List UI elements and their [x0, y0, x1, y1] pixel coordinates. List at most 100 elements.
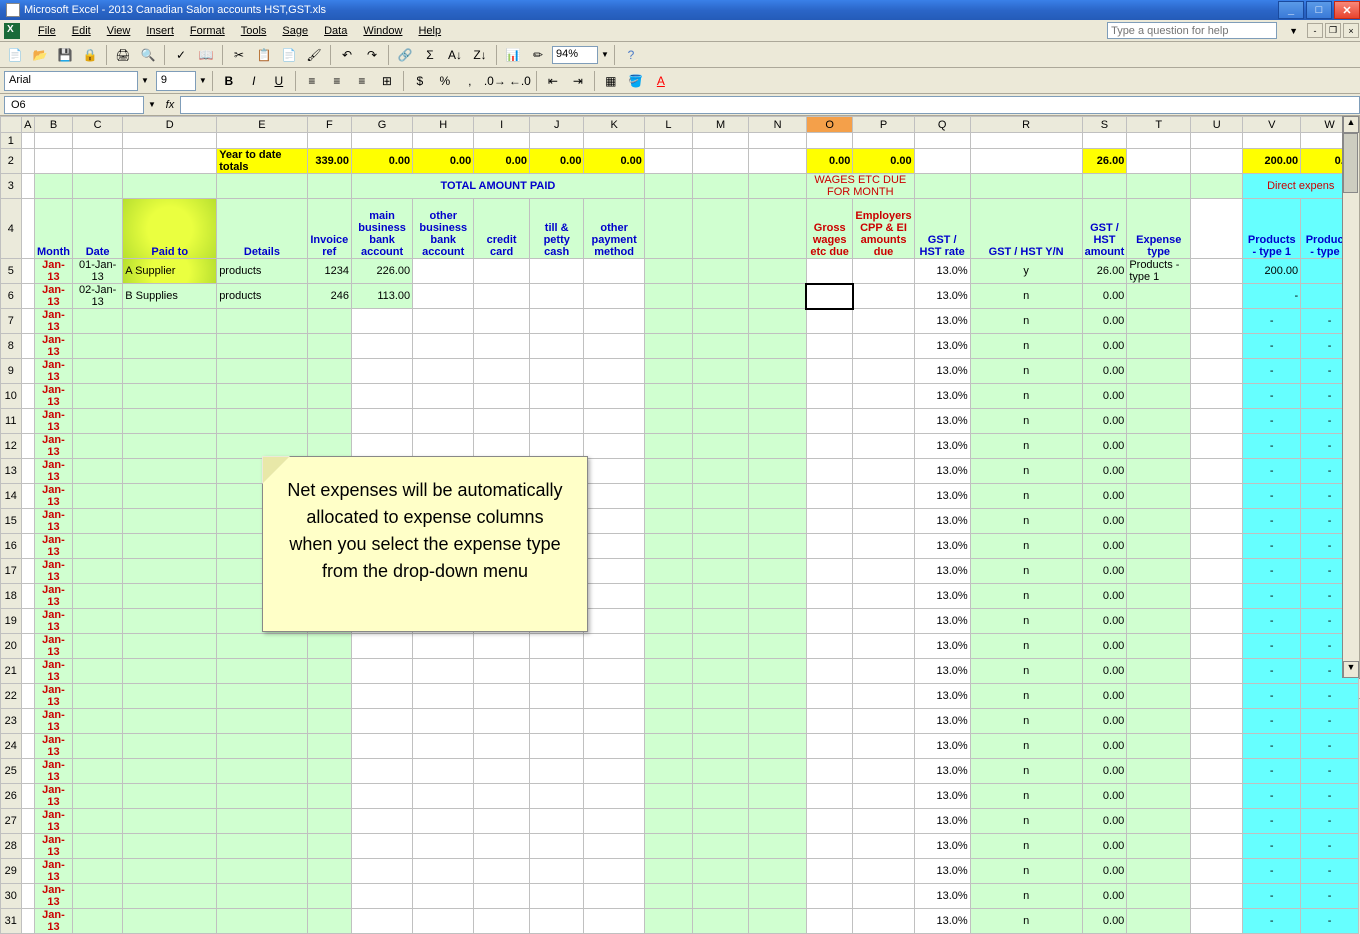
- row-header-30[interactable]: 30: [1, 884, 22, 909]
- cell-L5[interactable]: [644, 259, 692, 284]
- cell-L26[interactable]: [644, 784, 692, 809]
- cell-Q12[interactable]: 13.0%: [914, 434, 970, 459]
- cell-P16[interactable]: [853, 534, 914, 559]
- cell-C27[interactable]: [72, 809, 122, 834]
- cell-G28[interactable]: [351, 834, 412, 859]
- cell-I9[interactable]: [474, 359, 530, 384]
- cell-N17[interactable]: [749, 559, 807, 584]
- cell-K21[interactable]: [584, 659, 644, 684]
- row-header-9[interactable]: 9: [1, 359, 22, 384]
- cell-B25[interactable]: Jan-13: [35, 759, 73, 784]
- cell-M15[interactable]: [693, 509, 749, 534]
- cell-P24[interactable]: [853, 734, 914, 759]
- cell-H22[interactable]: [413, 684, 474, 709]
- cell-M10[interactable]: [693, 384, 749, 409]
- cell-W30[interactable]: -: [1301, 884, 1359, 909]
- cell-E26[interactable]: [217, 784, 307, 809]
- cell-P13[interactable]: [853, 459, 914, 484]
- cell-H8[interactable]: [413, 334, 474, 359]
- cut-icon[interactable]: ✂: [228, 44, 250, 66]
- cell-Q21[interactable]: 13.0%: [914, 659, 970, 684]
- cell-J6[interactable]: [529, 284, 584, 309]
- cell-B15[interactable]: Jan-13: [35, 509, 73, 534]
- cell-E21[interactable]: [217, 659, 307, 684]
- cell-M28[interactable]: [693, 834, 749, 859]
- cell-G31[interactable]: [351, 909, 412, 934]
- cell-T31[interactable]: [1127, 909, 1191, 934]
- cell-H28[interactable]: [413, 834, 474, 859]
- cell-V21[interactable]: -: [1243, 659, 1301, 684]
- cell-E28[interactable]: [217, 834, 307, 859]
- cell-N23[interactable]: [749, 709, 807, 734]
- cell-B18[interactable]: Jan-13: [35, 584, 73, 609]
- cell-B16[interactable]: Jan-13: [35, 534, 73, 559]
- cell-N12[interactable]: [749, 434, 807, 459]
- cell-G7[interactable]: [351, 309, 412, 334]
- cell-S17[interactable]: 0.00: [1082, 559, 1127, 584]
- cell-C24[interactable]: [72, 734, 122, 759]
- cell-L21[interactable]: [644, 659, 692, 684]
- cell-J11[interactable]: [529, 409, 584, 434]
- cell-C6[interactable]: 02-Jan-13: [72, 284, 122, 309]
- cell-B29[interactable]: Jan-13: [35, 859, 73, 884]
- cell-T17[interactable]: [1127, 559, 1191, 584]
- cell-K19[interactable]: [584, 609, 644, 634]
- cell-S8[interactable]: 0.00: [1082, 334, 1127, 359]
- cell-B8[interactable]: Jan-13: [35, 334, 73, 359]
- cell-R12[interactable]: n: [970, 434, 1082, 459]
- cell-O24[interactable]: [806, 734, 852, 759]
- cell-Q25[interactable]: 13.0%: [914, 759, 970, 784]
- cell-M14[interactable]: [693, 484, 749, 509]
- cell-R19[interactable]: n: [970, 609, 1082, 634]
- cell-J5[interactable]: [529, 259, 584, 284]
- doc-close-button[interactable]: ×: [1343, 23, 1359, 38]
- cell-M5[interactable]: [693, 259, 749, 284]
- format-painter-icon[interactable]: 🖌: [303, 44, 325, 66]
- cell-N11[interactable]: [749, 409, 807, 434]
- cell-J9[interactable]: [529, 359, 584, 384]
- row-header-4[interactable]: 4: [1, 199, 22, 259]
- cell-D6[interactable]: B Supplies: [123, 284, 217, 309]
- cell-F23[interactable]: [307, 709, 351, 734]
- cell-E7[interactable]: [217, 309, 307, 334]
- cell-L20[interactable]: [644, 634, 692, 659]
- cell-B23[interactable]: Jan-13: [35, 709, 73, 734]
- cell-H20[interactable]: [413, 634, 474, 659]
- paste-icon[interactable]: 📄: [278, 44, 300, 66]
- cell-P21[interactable]: [853, 659, 914, 684]
- cell-B6[interactable]: Jan-13: [35, 284, 73, 309]
- cell-V10[interactable]: -: [1243, 384, 1301, 409]
- sort-asc-icon[interactable]: A↓: [444, 44, 466, 66]
- cell-L31[interactable]: [644, 909, 692, 934]
- cell-K25[interactable]: [584, 759, 644, 784]
- fill-color-icon[interactable]: 🪣: [625, 70, 647, 92]
- cell-R29[interactable]: n: [970, 859, 1082, 884]
- doc-restore-button[interactable]: ❐: [1325, 23, 1341, 38]
- cell-C17[interactable]: [72, 559, 122, 584]
- bold-icon[interactable]: B: [218, 70, 240, 92]
- cell-K17[interactable]: [584, 559, 644, 584]
- cell-D22[interactable]: [123, 684, 217, 709]
- cell-K29[interactable]: [584, 859, 644, 884]
- cell-G24[interactable]: [351, 734, 412, 759]
- cell-P11[interactable]: [853, 409, 914, 434]
- cell-D13[interactable]: [123, 459, 217, 484]
- cell-J25[interactable]: [529, 759, 584, 784]
- cell-Q27[interactable]: 13.0%: [914, 809, 970, 834]
- cell-T20[interactable]: [1127, 634, 1191, 659]
- cell-N31[interactable]: [749, 909, 807, 934]
- cell-F11[interactable]: [307, 409, 351, 434]
- align-right-icon[interactable]: ≡: [351, 70, 373, 92]
- cell-C16[interactable]: [72, 534, 122, 559]
- cell-O31[interactable]: [806, 909, 852, 934]
- cell-K24[interactable]: [584, 734, 644, 759]
- cell-W28[interactable]: -: [1301, 834, 1359, 859]
- cell-W29[interactable]: -: [1301, 859, 1359, 884]
- cell-S23[interactable]: 0.00: [1082, 709, 1127, 734]
- cell-T13[interactable]: [1127, 459, 1191, 484]
- cell-T14[interactable]: [1127, 484, 1191, 509]
- cell-F22[interactable]: [307, 684, 351, 709]
- cell-J10[interactable]: [529, 384, 584, 409]
- cell-B7[interactable]: Jan-13: [35, 309, 73, 334]
- cell-B27[interactable]: Jan-13: [35, 809, 73, 834]
